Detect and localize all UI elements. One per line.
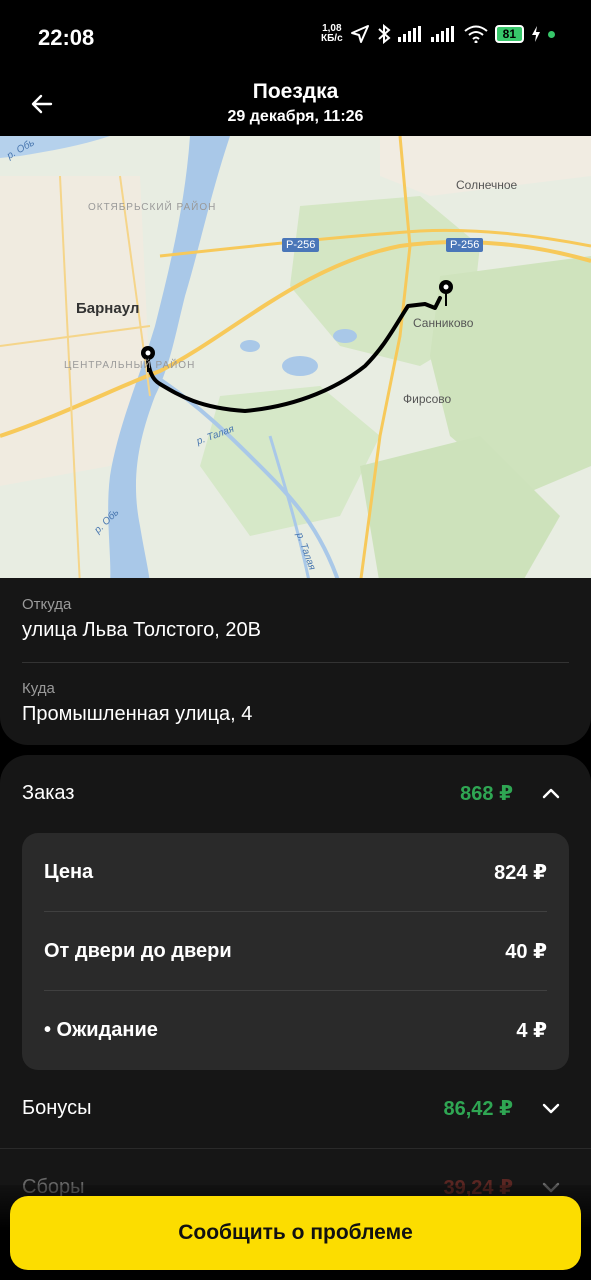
breakdown-row-door-to-door: От двери до двери 40 ₽ <box>44 912 547 991</box>
bonuses-label: Бонусы <box>22 1096 92 1119</box>
route-card: Откуда улица Льва Толстого, 20В Куда Про… <box>0 578 591 745</box>
breakdown-label: Цена <box>44 861 94 883</box>
order-total: 868 ₽ <box>460 782 513 805</box>
map-label-solnechnoe: Солнечное <box>456 178 518 192</box>
route-to[interactable]: Куда Промышленная улица, 4 <box>22 680 569 726</box>
order-breakdown: Цена 824 ₽ От двери до двери 40 ₽ • Ожид… <box>22 833 569 1070</box>
map-label-district-central: ЦЕНТРАЛЬНЫЙ РАЙОН <box>64 360 196 371</box>
bonuses-value: 86,42 ₽ <box>443 1097 513 1120</box>
status-bar: 22:08 1,08 КБ/с 81 <box>0 0 591 78</box>
route-divider <box>22 662 569 663</box>
bluetooth-icon <box>377 24 391 44</box>
order-label: Заказ <box>22 781 75 804</box>
trip-map[interactable]: Барнаул ОКТЯБРЬСКИЙ РАЙОН ЦЕНТРАЛЬНЫЙ РА… <box>0 136 591 586</box>
order-toggle[interactable] <box>541 783 561 803</box>
signal-icon <box>397 26 421 42</box>
wifi-icon <box>464 25 488 43</box>
route-from-value: улица Льва Толстого, 20В <box>22 619 261 641</box>
row-divider <box>0 1148 591 1149</box>
breakdown-label: • Ожидание <box>44 1019 158 1041</box>
breakdown-value: 824 ₽ <box>494 862 547 884</box>
route-from-label: Откуда <box>22 596 72 613</box>
network-speed: 1,08 КБ/с <box>321 24 343 44</box>
route-to-label: Куда <box>22 680 55 697</box>
route-from[interactable]: Откуда улица Льва Толстого, 20В <box>22 596 569 642</box>
destination-pin-icon <box>439 280 453 306</box>
battery-icon: 81 <box>494 25 524 43</box>
map-label-district-oktyabrsky: ОКТЯБРЬСКИЙ РАЙОН <box>88 202 217 213</box>
map-label-barnaul: Барнаул <box>76 300 140 317</box>
map-label-firsovo: Фирсово <box>403 392 452 406</box>
charging-dot <box>548 30 555 38</box>
report-problem-button[interactable]: Сообщить о проблеме <box>10 1196 581 1270</box>
breakdown-row-price: Цена 824 ₽ <box>44 833 547 912</box>
page-header: Поездка 29 декабря, 11:26 <box>0 78 591 136</box>
map-road-badge: Р-256 <box>446 238 484 252</box>
map-label-sannikovo: Санниково <box>413 316 474 330</box>
charging-icon <box>532 26 540 42</box>
order-row[interactable]: Заказ 868 ₽ <box>22 773 561 813</box>
breakdown-label: От двери до двери <box>44 940 232 962</box>
network-speed-unit: КБ/с <box>321 33 343 44</box>
chevron-up-icon <box>542 788 560 799</box>
signal-icon-2 <box>430 26 454 42</box>
bonuses-toggle[interactable] <box>541 1098 561 1118</box>
status-icons: 1,08 КБ/с 81 <box>321 24 555 44</box>
trip-date: 29 декабря, 11:26 <box>227 108 364 125</box>
status-time: 22:08 <box>38 25 95 50</box>
map-road-badge: Р-256 <box>282 238 320 252</box>
chevron-down-icon <box>542 1103 560 1114</box>
bonuses-row[interactable]: Бонусы 86,42 ₽ <box>22 1088 561 1128</box>
location-arrow-icon <box>350 25 369 43</box>
breakdown-value: 40 ₽ <box>505 941 547 963</box>
page-title: Поездка <box>252 80 339 103</box>
route-to-value: Промышленная улица, 4 <box>22 703 253 725</box>
breakdown-value: 4 ₽ <box>516 1020 547 1042</box>
breakdown-row-waiting: • Ожидание 4 ₽ <box>44 991 547 1070</box>
